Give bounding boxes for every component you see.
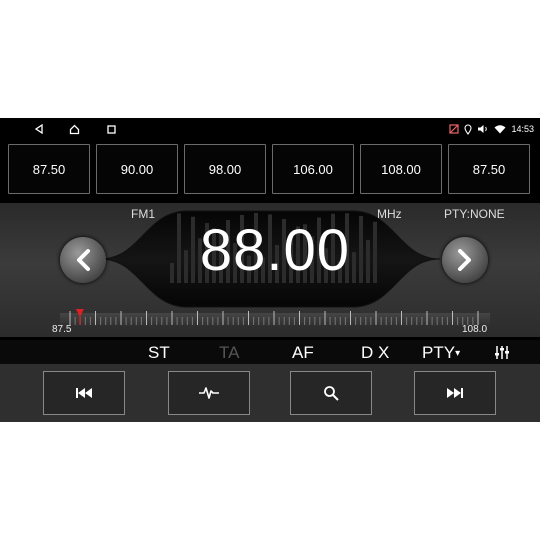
- preset-button-5[interactable]: 108.00: [360, 144, 442, 194]
- radio-screen: 14:53 87.50 90.00 98.00 106.00 108.00 87…: [0, 118, 540, 422]
- af-button[interactable]: AF: [292, 343, 314, 363]
- next-button[interactable]: [414, 371, 496, 415]
- equalizer-button[interactable]: [494, 345, 510, 365]
- preset-button-1[interactable]: 87.50: [8, 144, 90, 194]
- wifi-icon: [494, 125, 506, 134]
- function-bar: ST TA AF D X PTY▾: [0, 340, 540, 364]
- location-icon: [464, 124, 473, 135]
- search-icon: [324, 386, 339, 401]
- ta-button[interactable]: TA: [219, 343, 239, 363]
- preset-button-2[interactable]: 90.00: [96, 144, 178, 194]
- search-button[interactable]: [290, 371, 372, 415]
- volume-icon: [478, 125, 488, 133]
- prev-track-icon: [76, 388, 92, 398]
- frequency-display: 88.00: [199, 218, 351, 283]
- scale-max-label: 108.0: [462, 324, 488, 335]
- status-time: 14:53: [511, 124, 534, 134]
- scale-min-label: 87.5: [52, 324, 72, 335]
- pty-label: PTY: [422, 343, 456, 362]
- status-bar: 14:53: [0, 118, 540, 140]
- scan-button[interactable]: [168, 371, 250, 415]
- dropdown-arrow-icon: ▾: [455, 348, 461, 360]
- preset-list: 87.50 90.00 98.00 106.00 108.00 87.50: [0, 144, 540, 196]
- home-icon[interactable]: [66, 121, 82, 137]
- chevron-left-icon: [77, 249, 90, 271]
- dx-button[interactable]: D X: [361, 343, 389, 363]
- back-icon[interactable]: [31, 121, 47, 137]
- band-label: FM1: [131, 207, 155, 221]
- previous-button[interactable]: [43, 371, 125, 415]
- pty-status: PTY:NONE: [444, 207, 505, 221]
- equalizer-icon: [495, 346, 509, 359]
- recent-apps-icon[interactable]: [103, 121, 119, 137]
- chevron-right-icon: [458, 249, 471, 271]
- preset-button-3[interactable]: 98.00: [184, 144, 266, 194]
- pty-button[interactable]: PTY▾: [422, 343, 460, 363]
- seek-up-button[interactable]: [442, 237, 488, 283]
- waveform-icon: [199, 387, 219, 399]
- seek-down-button[interactable]: [60, 237, 106, 283]
- preset-button-6[interactable]: 87.50: [448, 144, 530, 194]
- next-track-icon: [447, 388, 463, 398]
- preset-button-4[interactable]: 106.00: [272, 144, 354, 194]
- settings-icon: [449, 124, 460, 134]
- control-bar: [0, 364, 540, 422]
- st-button[interactable]: ST: [148, 343, 170, 363]
- tuner-panel: FM1 MHz PTY:NONE 88.00 87.5 108.0: [0, 203, 540, 337]
